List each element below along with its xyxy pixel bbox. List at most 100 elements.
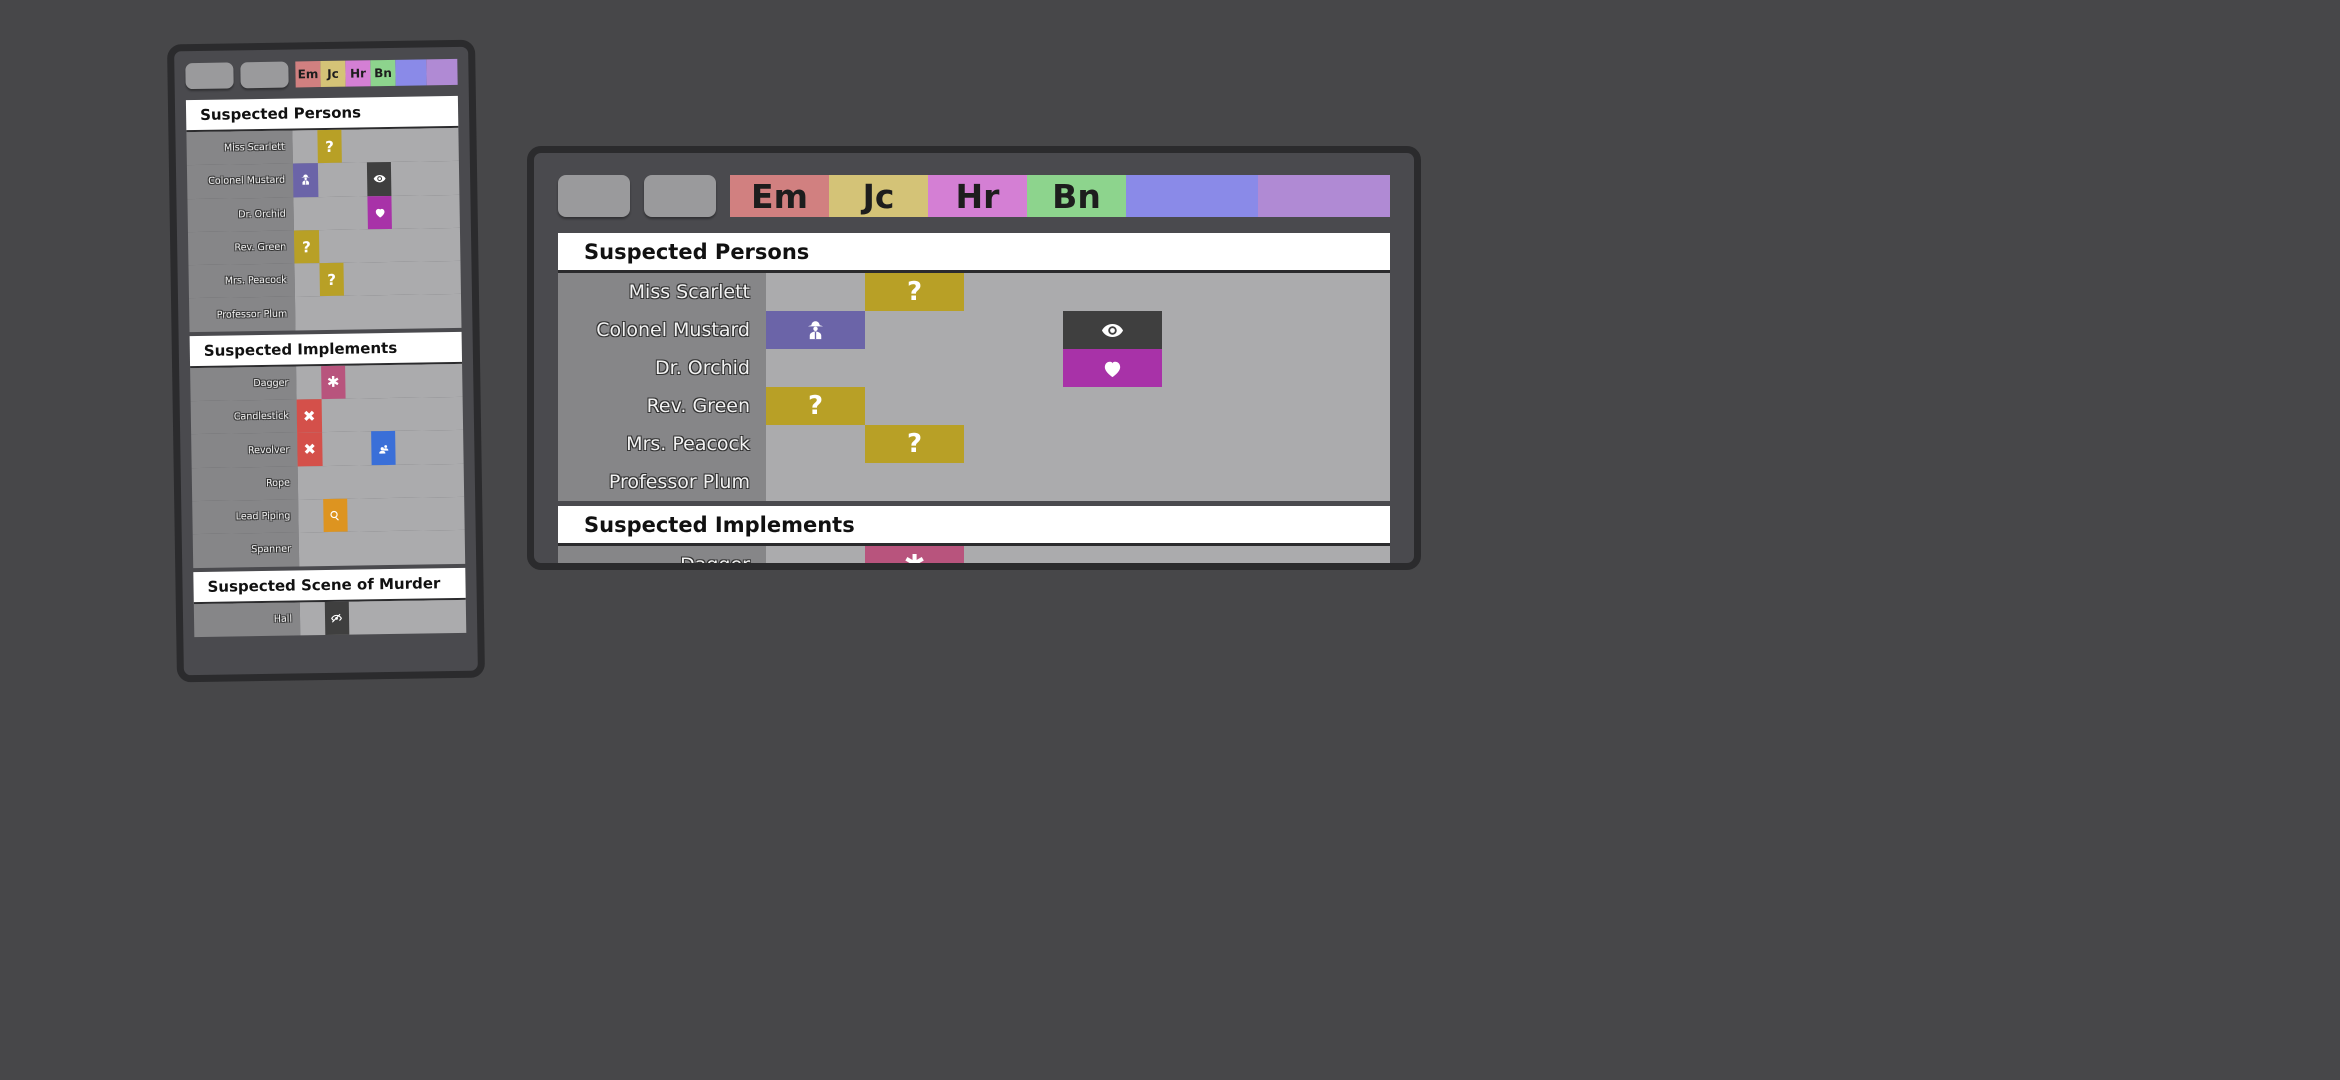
grid-cell-empty[interactable] bbox=[1261, 349, 1360, 387]
grid-cell-empty[interactable] bbox=[295, 297, 320, 331]
grid-cell-empty[interactable] bbox=[416, 161, 441, 195]
row-label[interactable]: Hall bbox=[193, 602, 301, 637]
grid-cell-empty[interactable] bbox=[418, 295, 443, 329]
player-tag-hr[interactable]: Hr bbox=[928, 175, 1027, 217]
row-label[interactable]: Dagger bbox=[558, 546, 766, 563]
grid-cell-marked[interactable]: ? bbox=[865, 425, 964, 463]
grid-cell-marked[interactable]: ? bbox=[319, 262, 345, 297]
grid-cell-empty[interactable] bbox=[964, 463, 1063, 501]
section-header[interactable]: Suspected Persons bbox=[558, 233, 1390, 273]
grid-cell-empty[interactable] bbox=[420, 397, 445, 431]
grid-cell-marked[interactable] bbox=[367, 195, 393, 230]
player-tag-hr[interactable]: Hr bbox=[345, 60, 371, 87]
row-label[interactable]: Rev. Green bbox=[187, 230, 295, 266]
player-tag-4[interactable] bbox=[395, 59, 427, 86]
grid-cell-empty[interactable] bbox=[321, 399, 346, 433]
grid-cell-marked[interactable] bbox=[1063, 311, 1162, 349]
grid-cell-empty[interactable] bbox=[349, 601, 374, 635]
row-label[interactable]: Spanner bbox=[192, 532, 300, 568]
grid-cell-marked[interactable]: ? bbox=[766, 387, 865, 425]
grid-cell-empty[interactable] bbox=[419, 364, 444, 398]
grid-cell-marked[interactable] bbox=[1063, 349, 1162, 387]
section-header[interactable]: Suspected Implements bbox=[558, 506, 1390, 546]
grid-cell-empty[interactable] bbox=[1162, 463, 1261, 501]
section-header[interactable]: Suspected Persons bbox=[185, 95, 459, 133]
row-label[interactable]: Rev. Green bbox=[558, 387, 766, 425]
grid-cell-empty[interactable] bbox=[1261, 425, 1360, 463]
grid-cell-empty[interactable] bbox=[1162, 311, 1261, 349]
grid-cell-empty[interactable] bbox=[371, 465, 396, 499]
grid-cell-empty[interactable] bbox=[369, 295, 394, 329]
grid-cell-empty[interactable] bbox=[865, 387, 964, 425]
row-label[interactable]: Professor Plum bbox=[189, 296, 296, 332]
grid-cell-empty[interactable] bbox=[865, 463, 964, 501]
grid-cell-empty[interactable] bbox=[1162, 546, 1261, 563]
player-tag-5[interactable] bbox=[1258, 175, 1390, 217]
grid-cell-empty[interactable] bbox=[298, 466, 323, 500]
player-tag-bn[interactable]: Bn bbox=[1027, 175, 1126, 217]
grid-cell-empty[interactable] bbox=[396, 464, 421, 498]
grid-cell-empty[interactable] bbox=[370, 398, 395, 432]
grid-cell-empty[interactable] bbox=[417, 228, 442, 262]
grid-cell-empty[interactable] bbox=[322, 465, 347, 499]
grid-cell-empty[interactable] bbox=[1162, 349, 1261, 387]
grid-cell-empty[interactable] bbox=[865, 311, 964, 349]
menu-button[interactable] bbox=[558, 175, 630, 217]
grid-cell-empty[interactable] bbox=[423, 600, 448, 634]
grid-cell-empty[interactable] bbox=[372, 498, 397, 532]
grid-cell-empty[interactable] bbox=[366, 129, 391, 163]
row-label[interactable]: Colonel Mustard bbox=[186, 163, 294, 199]
grid-cell-empty[interactable] bbox=[347, 498, 372, 532]
grid-cell-marked[interactable] bbox=[366, 162, 392, 196]
grid-cell-marked[interactable] bbox=[324, 601, 350, 635]
menu-button[interactable] bbox=[185, 62, 234, 90]
grid-cell-empty[interactable] bbox=[766, 463, 865, 501]
grid-cell-empty[interactable] bbox=[344, 296, 369, 330]
grid-cell-empty[interactable] bbox=[346, 432, 371, 466]
section-header[interactable]: Suspected Implements bbox=[189, 331, 463, 368]
grid-cell-marked[interactable]: ? bbox=[865, 273, 964, 311]
grid-cell-marked[interactable] bbox=[370, 431, 397, 465]
grid-cell-empty[interactable] bbox=[394, 364, 419, 398]
row-label[interactable]: Professor Plum bbox=[558, 463, 766, 501]
grid-cell-empty[interactable] bbox=[1063, 463, 1162, 501]
player-tag-5[interactable] bbox=[426, 58, 458, 86]
grid-cell-marked[interactable]: ✱ bbox=[320, 365, 346, 400]
grid-cell-empty[interactable] bbox=[1261, 273, 1360, 311]
grid-cell-empty[interactable] bbox=[964, 311, 1063, 349]
grid-cell-empty[interactable] bbox=[397, 531, 422, 565]
player-tag-jc[interactable]: Jc bbox=[320, 60, 346, 88]
grid-cell-empty[interactable] bbox=[766, 546, 865, 563]
grid-cell-empty[interactable] bbox=[1261, 387, 1360, 425]
grid-cell-empty[interactable] bbox=[322, 432, 347, 466]
grid-cell-empty[interactable] bbox=[398, 600, 423, 634]
grid-cell-empty[interactable] bbox=[319, 230, 344, 264]
grid-cell-empty[interactable] bbox=[1063, 273, 1162, 311]
grid-cell-empty[interactable] bbox=[395, 398, 420, 432]
grid-cell-empty[interactable] bbox=[964, 425, 1063, 463]
row-label[interactable]: Miss Scarlett bbox=[558, 273, 766, 311]
grid-cell-empty[interactable] bbox=[323, 532, 348, 566]
grid-cell-empty[interactable] bbox=[343, 229, 368, 263]
grid-cell-marked[interactable] bbox=[766, 311, 865, 349]
row-label[interactable]: Dagger bbox=[190, 366, 297, 402]
grid-cell-empty[interactable] bbox=[391, 129, 416, 163]
grid-cell-empty[interactable] bbox=[766, 273, 865, 311]
grid-cell-marked[interactable] bbox=[292, 163, 319, 198]
row-label[interactable]: Mrs. Peacock bbox=[188, 263, 295, 299]
grid-cell-empty[interactable] bbox=[348, 532, 373, 566]
hide-button[interactable] bbox=[240, 61, 289, 89]
grid-cell-empty[interactable] bbox=[347, 465, 372, 499]
grid-cell-empty[interactable] bbox=[1162, 273, 1261, 311]
grid-cell-empty[interactable] bbox=[964, 349, 1063, 387]
player-tag-em[interactable]: Em bbox=[295, 61, 321, 88]
grid-cell-empty[interactable] bbox=[1261, 546, 1360, 563]
grid-cell-empty[interactable] bbox=[766, 425, 865, 463]
grid-cell-empty[interactable] bbox=[346, 398, 371, 432]
grid-cell-empty[interactable] bbox=[345, 365, 370, 399]
grid-cell-empty[interactable] bbox=[300, 602, 325, 636]
grid-cell-empty[interactable] bbox=[416, 195, 441, 229]
player-tag-em[interactable]: Em bbox=[730, 175, 829, 217]
player-tag-4[interactable] bbox=[1126, 175, 1258, 217]
grid-cell-empty[interactable] bbox=[374, 600, 399, 634]
